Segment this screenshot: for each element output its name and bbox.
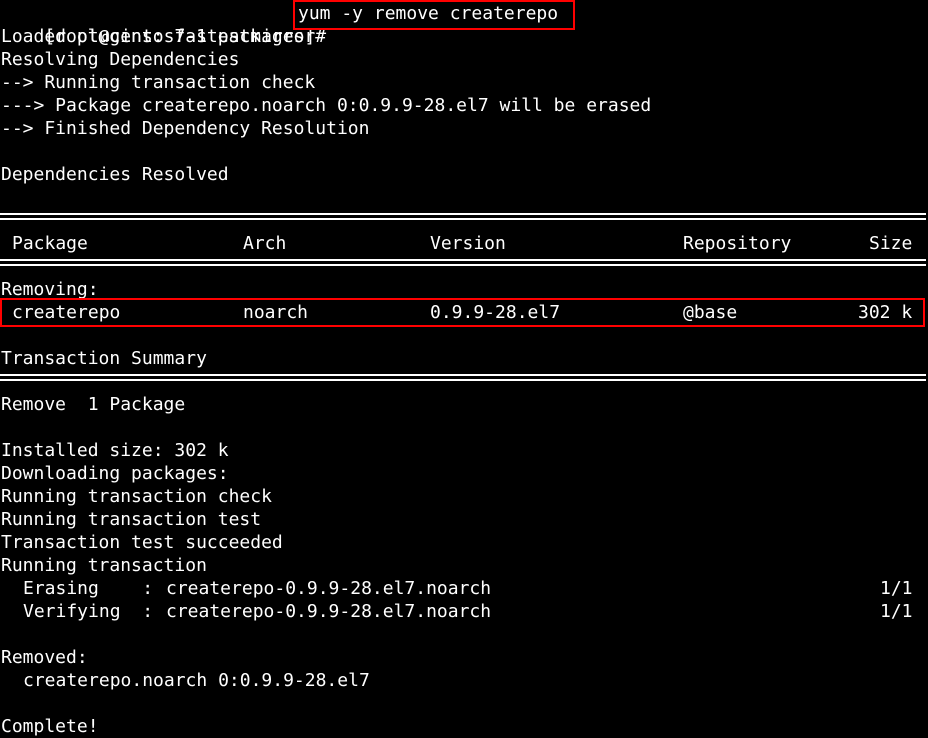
output-line: Installed size: 302 k: [1, 440, 229, 461]
header-arch: Arch: [243, 233, 287, 254]
output-line: Loaded plugins: fastestmirror: [1, 26, 316, 47]
table-separator: [0, 259, 926, 266]
output-line: Transaction test succeeded: [1, 532, 283, 553]
table-separator: [0, 213, 926, 220]
output-line: --> Finished Dependency Resolution: [1, 118, 370, 139]
row-package: createrepo: [12, 302, 121, 323]
step-progress: 1/1: [880, 601, 913, 622]
step-target: createrepo-0.9.9-28.el7.noarch: [166, 601, 492, 622]
output-line: --> Running transaction check: [1, 72, 316, 93]
prompt-line: [root@centos7-1 packages]#: [1, 2, 326, 47]
header-repository: Repository: [683, 233, 792, 254]
output-line: Downloading packages:: [1, 463, 229, 484]
output-line: ---> Package createrepo.noarch 0:0.9.9-2…: [1, 95, 652, 116]
command-text: yum -y remove createrepo: [298, 3, 559, 24]
output-line: Removed:: [1, 647, 88, 668]
step-target: createrepo-0.9.9-28.el7.noarch: [166, 578, 492, 599]
output-line: Remove 1 Package: [1, 394, 186, 415]
step-progress: 1/1: [880, 578, 913, 599]
output-line: Transaction Summary: [1, 348, 207, 369]
row-size: 302 k: [858, 302, 913, 323]
header-size: Size: [869, 233, 913, 254]
step-action: Erasing :: [23, 578, 154, 599]
removed-package: createrepo.noarch 0:0.9.9-28.el7: [23, 670, 370, 691]
output-line: Running transaction test: [1, 509, 262, 530]
step-action: Verifying :: [23, 601, 154, 622]
output-line: Running transaction: [1, 555, 207, 576]
row-repository: @base: [683, 302, 738, 323]
output-line: Running transaction check: [1, 486, 272, 507]
output-line: Resolving Dependencies: [1, 49, 240, 70]
terminal-window[interactable]: [root@centos7-1 packages]# yum -y remove…: [0, 0, 928, 737]
header-package: Package: [12, 233, 88, 254]
row-arch: noarch: [243, 302, 309, 323]
output-line: Dependencies Resolved: [1, 164, 229, 185]
header-version: Version: [430, 233, 506, 254]
output-line: Complete!: [1, 716, 99, 737]
row-version: 0.9.9-28.el7: [430, 302, 561, 323]
table-separator: [0, 374, 926, 381]
